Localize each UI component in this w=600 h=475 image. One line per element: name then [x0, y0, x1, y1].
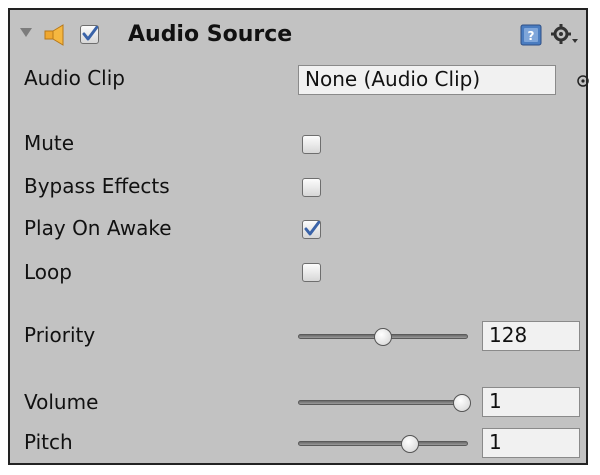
component-title: Audio Source — [128, 22, 293, 47]
volume-slider-track[interactable] — [298, 400, 468, 405]
mute-checkbox[interactable] — [302, 135, 321, 154]
checkmark-icon — [82, 26, 98, 41]
foldout-arrow-icon[interactable] — [20, 28, 32, 37]
priority-label: Priority — [24, 323, 96, 347]
component-header[interactable]: Audio Source ? — [10, 10, 586, 56]
loop-label: Loop — [24, 260, 72, 284]
object-picker-icon[interactable] — [576, 74, 590, 88]
loop-checkbox[interactable] — [302, 263, 321, 282]
mute-label: Mute — [24, 131, 75, 155]
priority-field[interactable]: 128 — [482, 321, 580, 351]
volume-label: Volume — [24, 390, 99, 414]
play-on-awake-checkbox[interactable] — [302, 220, 321, 239]
bypass-effects-checkbox[interactable] — [302, 178, 321, 197]
component-enabled-checkbox[interactable] — [80, 25, 99, 44]
play-on-awake-label: Play On Awake — [24, 216, 172, 240]
gear-icon[interactable] — [550, 23, 580, 47]
audio-clip-label: Audio Clip — [24, 66, 125, 90]
speaker-icon — [44, 24, 64, 46]
svg-text:?: ? — [528, 29, 535, 43]
inspector-panel: Audio Source ? Audio Clip None (Audio Cl… — [8, 8, 590, 465]
priority-slider-thumb[interactable] — [374, 328, 392, 346]
pitch-slider-thumb[interactable] — [400, 435, 419, 453]
help-icon[interactable]: ? — [520, 24, 542, 46]
audio-clip-field[interactable]: None (Audio Clip) — [298, 65, 556, 95]
checkmark-icon — [304, 221, 320, 236]
pitch-slider-track[interactable] — [298, 441, 468, 446]
pitch-label: Pitch — [24, 430, 73, 454]
pitch-field[interactable]: 1 — [482, 428, 580, 458]
volume-slider-thumb[interactable] — [453, 394, 471, 412]
bypass-effects-label: Bypass Effects — [24, 174, 170, 198]
volume-field[interactable]: 1 — [482, 387, 580, 417]
